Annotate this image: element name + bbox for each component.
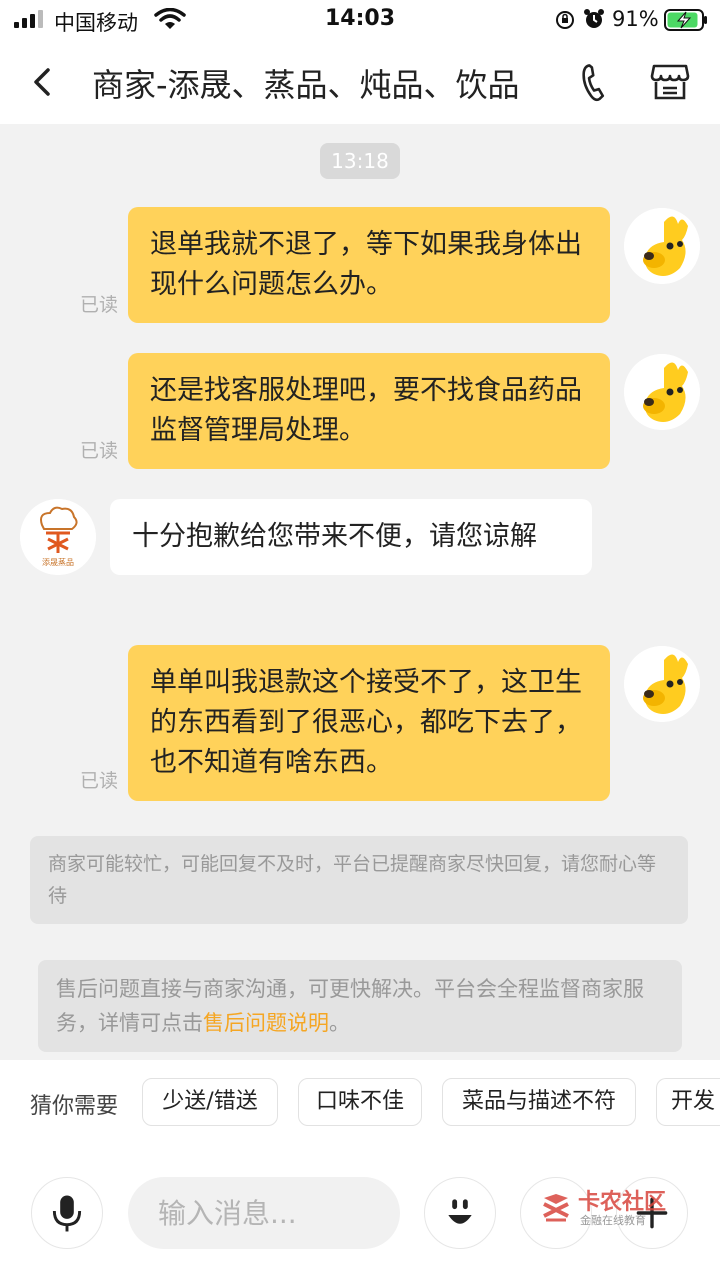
chat-area[interactable]: 13:18 退单我就不退了，等下如果我身体出现什么问题怎么办。 已读 还是找客服… (0, 124, 720, 1060)
suggestion-chip[interactable]: 口味不佳 (298, 1078, 422, 1126)
alarm-icon (584, 9, 604, 28)
kangaroo-avatar-icon (624, 354, 700, 430)
chat-header: 商家-添晟、蒸品、炖品、饮品 (0, 40, 720, 124)
rotation-lock-icon (556, 11, 574, 29)
status-bar: 中国移动 14:03 91% (0, 0, 720, 40)
kanong-logo-icon (543, 1194, 569, 1222)
message-bubble-sent[interactable]: 还是找客服处理吧，要不找食品药品监督管理局处理。 (128, 353, 610, 469)
read-receipt: 已读 (80, 770, 119, 792)
battery-charging-icon (664, 9, 707, 31)
emoji-button[interactable] (424, 1177, 496, 1249)
chevron-left-icon[interactable] (22, 62, 62, 102)
page-title: 商家-添晟、蒸品、炖品、饮品 (92, 66, 520, 104)
merchant-busy-notice: 商家可能较忙，可能回复不及时，平台已提醒商家尽快回复，请您耐心等待 (30, 836, 688, 924)
message-bubble-sent[interactable]: 单单叫我退款这个接受不了，这卫生的东西看到了很恶心，都吃下去了，也不知道有啥东西… (128, 645, 610, 801)
smiley-icon (448, 1199, 472, 1224)
read-receipt: 已读 (80, 294, 119, 316)
suggestion-chip[interactable]: 少送/错送 (142, 1078, 278, 1126)
message-bubble-sent[interactable]: 退单我就不退了，等下如果我身体出现什么问题怎么办。 (128, 207, 610, 323)
suggestion-chip[interactable]: 开发 (656, 1078, 720, 1126)
aftersale-notice: 售后问题直接与商家沟通，可更快解决。平台会全程监督商家服务，详情可点击售后问题说… (38, 960, 682, 1052)
my-avatar[interactable] (624, 646, 700, 722)
read-receipt: 已读 (80, 440, 119, 462)
battery-percent: 91% (612, 7, 659, 31)
store-icon[interactable] (648, 60, 692, 104)
watermark: 卡农社区 金融在线教育 (538, 1184, 688, 1234)
merchant-avatar[interactable]: 添晟蒸品 (20, 499, 96, 575)
svg-text:添晟蒸品: 添晟蒸品 (42, 557, 74, 567)
watermark-subtitle: 金融在线教育 (580, 1214, 646, 1227)
message-bubble-received[interactable]: 十分抱歉给您带来不便，请您谅解 (110, 499, 592, 575)
voice-button[interactable] (31, 1177, 103, 1249)
aftersale-notice-suffix: 。 (329, 1011, 350, 1035)
suggestion-row: 猜你需要 少送/错送 口味不佳 菜品与描述不符 开发 (0, 1060, 720, 1150)
my-avatar[interactable] (624, 208, 700, 284)
kangaroo-avatar-icon (624, 208, 700, 284)
suggestion-chip[interactable]: 菜品与描述不符 (442, 1078, 636, 1126)
microphone-icon (52, 1195, 82, 1232)
my-avatar[interactable] (624, 354, 700, 430)
chef-hat-logo-icon: 添晟蒸品 (20, 499, 96, 575)
aftersale-notice-text: 售后问题直接与商家沟通，可更快解决。平台会全程监督商家服务，详情可点击 (56, 977, 644, 1035)
kangaroo-avatar-icon (624, 646, 700, 722)
suggestion-label: 猜你需要 (30, 1094, 119, 1119)
time-divider: 13:18 (320, 143, 400, 179)
phone-icon[interactable] (574, 62, 614, 102)
aftersale-help-link[interactable]: 售后问题说明 (203, 1011, 329, 1035)
message-input[interactable] (128, 1177, 400, 1249)
